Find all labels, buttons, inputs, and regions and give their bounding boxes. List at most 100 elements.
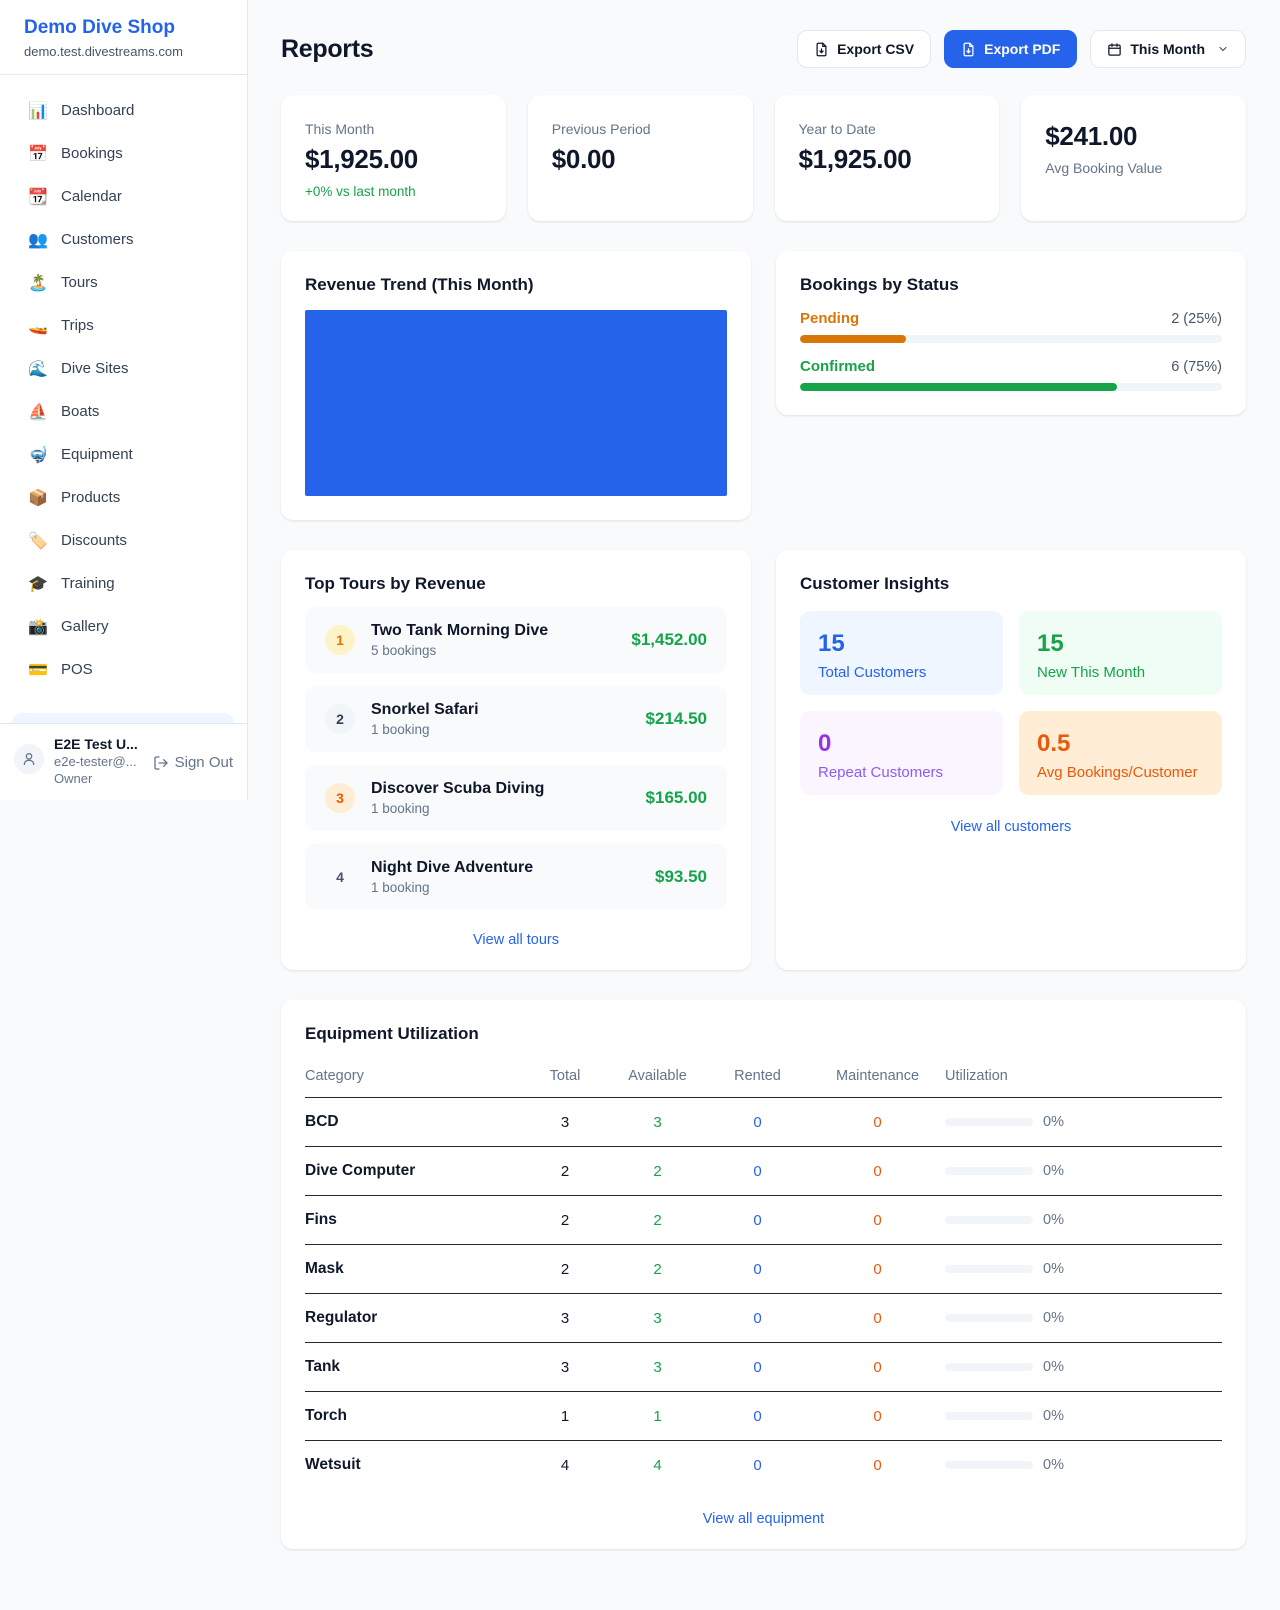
table-row: Torch 1 1 0 0 0%	[305, 1392, 1222, 1441]
equipment-maintenance: 0	[810, 1457, 945, 1474]
tour-revenue: $93.50	[655, 867, 707, 887]
export-pdf-label: Export PDF	[984, 41, 1060, 57]
sign-out-label: Sign Out	[175, 754, 233, 771]
sidebar-item-dashboard[interactable]: 📊 Dashboard	[12, 89, 235, 132]
sidebar-item-trips[interactable]: 🚤 Trips	[12, 304, 235, 347]
utilization-percent: 0%	[1043, 1457, 1064, 1473]
sidebar-item-label: Tours	[61, 274, 98, 291]
products-icon: 📦	[28, 488, 48, 508]
stat-value: $1,925.00	[305, 144, 482, 175]
file-download-icon	[961, 42, 976, 57]
tour-name: Night Dive Adventure	[371, 859, 533, 877]
export-pdf-button[interactable]: Export PDF	[944, 30, 1077, 68]
tour-bookings: 1 booking	[371, 880, 533, 895]
gallery-icon: 📸	[28, 617, 48, 637]
rank-badge: 2	[325, 704, 355, 734]
sidebar-item-label: Dashboard	[61, 102, 134, 119]
revenue-trend-card: Revenue Trend (This Month)	[281, 251, 751, 520]
view-all-customers-link[interactable]: View all customers	[800, 819, 1222, 835]
tile-avg-bookings-customer: 0.5 Avg Bookings/Customer	[1019, 711, 1222, 795]
tour-row: 1 Two Tank Morning Dive 5 bookings $1,45…	[305, 607, 727, 673]
view-all-tours-link[interactable]: View all tours	[281, 932, 751, 948]
view-all-equipment-link[interactable]: View all equipment	[305, 1511, 1222, 1527]
user-icon	[21, 751, 37, 767]
tile-label: Avg Bookings/Customer	[1037, 764, 1204, 781]
status-value: 2 (25%)	[1171, 311, 1222, 327]
progress-fill	[800, 383, 1117, 391]
sidebar-item-equipment[interactable]: 🤿 Equipment	[12, 433, 235, 476]
dive-sites-icon: 🌊	[28, 359, 48, 379]
sidebar-item-label: Boats	[61, 403, 99, 420]
sidebar-item-training[interactable]: 🎓 Training	[12, 562, 235, 605]
equipment-total: 3	[520, 1310, 610, 1327]
tile-total-customers: 15 Total Customers	[800, 611, 1003, 695]
tour-bookings: 1 booking	[371, 801, 544, 816]
equipment-rented: 0	[705, 1408, 810, 1425]
rank-badge: 3	[325, 783, 355, 813]
utilization-bar	[945, 1412, 1033, 1420]
equipment-maintenance: 0	[810, 1310, 945, 1327]
equipment-total: 2	[520, 1163, 610, 1180]
sidebar-item-gallery[interactable]: 📸 Gallery	[12, 605, 235, 648]
user-email: e2e-tester@...	[54, 754, 143, 769]
tour-revenue: $1,452.00	[631, 630, 707, 650]
equipment-maintenance: 0	[810, 1114, 945, 1131]
utilization-bar	[945, 1167, 1033, 1175]
utilization-percent: 0%	[1043, 1408, 1064, 1424]
export-csv-button[interactable]: Export CSV	[797, 30, 931, 68]
boats-icon: ⛵	[28, 402, 48, 422]
equipment-rented: 0	[705, 1212, 810, 1229]
period-dropdown[interactable]: This Month	[1090, 30, 1246, 68]
equipment-available: 1	[610, 1408, 705, 1425]
equipment-rented: 0	[705, 1114, 810, 1131]
sidebar-item-pos[interactable]: 💳 POS	[12, 648, 235, 691]
sidebar-item-tours[interactable]: 🏝️ Tours	[12, 261, 235, 304]
utilization-percent: 0%	[1043, 1310, 1064, 1326]
equipment-total: 2	[520, 1261, 610, 1278]
equipment-available: 2	[610, 1261, 705, 1278]
sidebar-item-products[interactable]: 📦 Products	[12, 476, 235, 519]
equipment-rented: 0	[705, 1163, 810, 1180]
col-available: Available	[610, 1068, 705, 1084]
tile-value: 0.5	[1037, 730, 1204, 758]
table-row: BCD 3 3 0 0 0%	[305, 1098, 1222, 1147]
stat-label: Avg Booking Value	[1045, 160, 1222, 176]
chevron-down-icon	[1217, 43, 1229, 55]
dashboard-icon: 📊	[28, 101, 48, 121]
status-row-confirmed: Confirmed 6 (75%)	[800, 358, 1222, 391]
sidebar-item-discounts[interactable]: 🏷️ Discounts	[12, 519, 235, 562]
stat-delta: +0% vs last month	[305, 184, 482, 199]
sidebar-item-customers[interactable]: 👥 Customers	[12, 218, 235, 261]
table-row: Tank 3 3 0 0 0%	[305, 1343, 1222, 1392]
sign-out-button[interactable]: Sign Out	[153, 754, 233, 771]
equipment-rented: 0	[705, 1359, 810, 1376]
pos-icon: 💳	[28, 660, 48, 680]
tour-bookings: 5 bookings	[371, 643, 548, 658]
charts-row: Revenue Trend (This Month) Bookings by S…	[281, 251, 1246, 520]
stat-label: Previous Period	[552, 121, 729, 137]
sidebar-item-calendar[interactable]: 📆 Calendar	[12, 175, 235, 218]
utilization-bar	[945, 1363, 1033, 1371]
sidebar-item-bookings[interactable]: 📅 Bookings	[12, 132, 235, 175]
tour-row: 4 Night Dive Adventure 1 booking $93.50	[305, 844, 727, 910]
stat-label: Year to Date	[799, 121, 976, 137]
equipment-table: Category Total Available Rented Maintena…	[305, 1060, 1222, 1489]
shop-domain: demo.test.divestreams.com	[24, 44, 223, 59]
revenue-trend-chart	[305, 310, 727, 496]
tour-row: 3 Discover Scuba Diving 1 booking $165.0…	[305, 765, 727, 831]
equipment-category: Mask	[305, 1260, 520, 1278]
sidebar-item-reports-active-partial[interactable]	[12, 713, 234, 723]
sidebar-item-dive-sites[interactable]: 🌊 Dive Sites	[12, 347, 235, 390]
utilization-bar	[945, 1118, 1033, 1126]
stat-value: $0.00	[552, 144, 729, 175]
shop-name: Demo Dive Shop	[24, 17, 223, 39]
user-role: Owner	[54, 771, 143, 786]
period-label: This Month	[1130, 41, 1205, 57]
utilization-percent: 0%	[1043, 1212, 1064, 1228]
sidebar-item-boats[interactable]: ⛵ Boats	[12, 390, 235, 433]
stat-value: $241.00	[1045, 121, 1222, 152]
tile-value: 15	[818, 630, 985, 658]
equipment-utilization-card: Equipment Utilization Category Total Ava…	[281, 1000, 1246, 1549]
equipment-maintenance: 0	[810, 1212, 945, 1229]
equipment-available: 3	[610, 1114, 705, 1131]
